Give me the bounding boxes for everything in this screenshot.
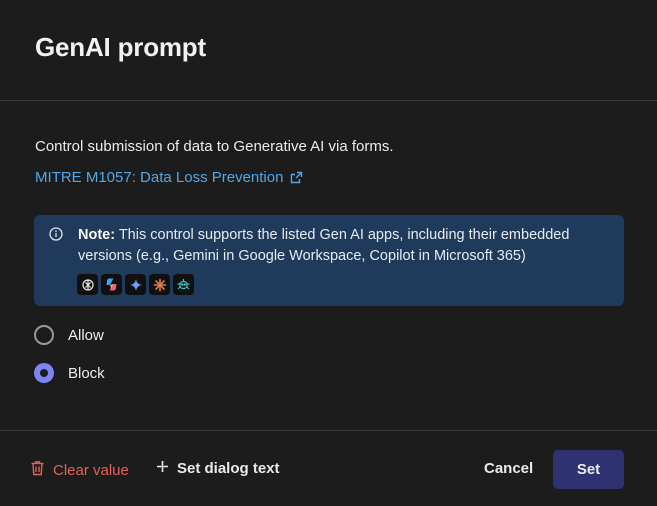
deepseek-icon xyxy=(173,274,194,295)
option-allow[interactable]: Allow xyxy=(34,325,104,345)
block-radio[interactable] xyxy=(34,363,54,383)
allow-radio[interactable] xyxy=(34,325,54,345)
claude-icon xyxy=(149,274,170,295)
trash-icon xyxy=(30,460,45,480)
gemini-icon xyxy=(125,274,146,295)
external-link-icon xyxy=(290,171,303,184)
dialog-title: GenAI prompt xyxy=(35,32,206,62)
clear-value-label: Clear value xyxy=(53,461,129,479)
genai-prompt-dialog: GenAI prompt Control submission of data … xyxy=(0,0,657,506)
option-block[interactable]: Block xyxy=(34,363,105,383)
clear-value-button[interactable]: Clear value xyxy=(30,460,129,480)
note-text: Note: This control supports the listed G… xyxy=(78,225,613,267)
set-dialog-text-label: Set dialog text xyxy=(177,460,280,477)
chatgpt-icon xyxy=(77,274,98,295)
allow-label: Allow xyxy=(68,326,104,344)
block-label: Block xyxy=(68,364,105,382)
mitre-link-label: MITRE M1057: Data Loss Prevention xyxy=(35,169,284,186)
dialog-footer: Clear value Set dialog text Cancel Set xyxy=(0,430,657,506)
dialog-description: Control submission of data to Generative… xyxy=(35,138,394,155)
note-body: This control supports the listed Gen AI … xyxy=(78,227,570,264)
note-banner: Note: This control supports the listed G… xyxy=(34,215,624,306)
info-icon xyxy=(49,227,63,246)
genai-apps-list xyxy=(77,274,194,295)
set-button[interactable]: Set xyxy=(553,450,624,489)
dialog-header: GenAI prompt xyxy=(0,0,657,101)
cancel-button[interactable]: Cancel xyxy=(484,460,533,477)
copilot-icon xyxy=(101,274,122,295)
plus-icon xyxy=(156,460,169,477)
set-dialog-text-button[interactable]: Set dialog text xyxy=(156,460,280,477)
mitre-link[interactable]: MITRE M1057: Data Loss Prevention xyxy=(35,169,303,186)
note-label: Note: xyxy=(78,227,116,243)
